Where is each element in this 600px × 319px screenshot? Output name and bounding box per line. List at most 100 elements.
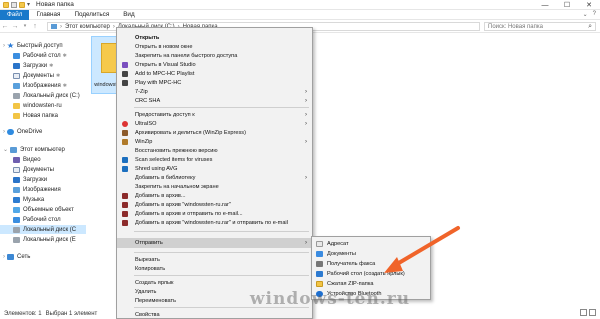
nav-new-folder[interactable]: Новая папка	[13, 111, 58, 120]
nav-downloads-pinned[interactable]: Загрузки ✱	[13, 61, 53, 70]
minimize-button[interactable]: —	[534, 0, 556, 10]
menu-create-shortcut[interactable]: Создать ярлык	[117, 278, 312, 287]
folder-icon	[13, 112, 20, 119]
nav-local-disk-c-quick[interactable]: Локальный диск (C:)	[13, 91, 80, 100]
folder-icon	[13, 102, 20, 109]
zip-folder-icon	[316, 281, 323, 287]
menu-archive-email[interactable]: Добавить в архив и отправить по e-mail..…	[117, 209, 312, 218]
menu-copy[interactable]: Копировать	[117, 264, 312, 273]
send-to-zip[interactable]: Сжатая ZIP-папка	[312, 279, 430, 289]
nav-quick-access[interactable]: › Быстрый доступ	[3, 41, 63, 50]
nav-network[interactable]: › Сеть	[3, 252, 30, 261]
up-button[interactable]: ↑	[30, 23, 40, 30]
pictures-icon	[13, 186, 20, 193]
documents-icon	[316, 251, 323, 257]
nav-desktop[interactable]: Рабочий стол	[13, 215, 61, 224]
menu-pin-quick-access[interactable]: Закрепить на панели быстрого доступа	[117, 51, 312, 60]
forward-button[interactable]: →	[10, 23, 20, 30]
new-folder-icon[interactable]	[19, 1, 25, 8]
menu-avg-scan[interactable]: Scan selected items for viruses	[117, 155, 312, 164]
view-buttons	[580, 309, 596, 316]
nav-documents-pinned[interactable]: Документы ✱	[13, 71, 60, 80]
menu-7zip[interactable]: 7-Zip ›	[117, 87, 312, 96]
quick-access-toolbar: ▾	[0, 1, 30, 8]
tab-home[interactable]: Главная	[29, 10, 67, 20]
menu-pin-start[interactable]: Закрепить на начальном экране	[117, 182, 312, 191]
nav-music[interactable]: Музыка	[13, 195, 44, 204]
menu-crc-sha[interactable]: CRC SHA ›	[117, 96, 312, 105]
expand-ribbon-icon[interactable]: ⌄	[583, 11, 588, 18]
pin-icon: ✱	[62, 82, 67, 89]
fax-icon	[316, 261, 323, 267]
nav-local-disk-e[interactable]: Локальный диск (E	[13, 235, 76, 244]
help-button[interactable]: ?	[593, 11, 596, 18]
avg-icon	[122, 156, 128, 163]
menu-play-mpc[interactable]: Play with MPC-HC	[117, 78, 312, 87]
menu-winzip-express[interactable]: Архивировать и делиться (WinZip Express)	[117, 128, 312, 137]
properties-icon[interactable]	[11, 1, 17, 8]
close-button[interactable]: ✕	[578, 0, 600, 10]
menu-add-to-library[interactable]: Добавить в библиотеку ›	[117, 173, 312, 182]
window-title: Новая папка	[36, 1, 74, 8]
search-input[interactable]: Поиск: Новая папка ⌕	[484, 22, 596, 31]
tab-file[interactable]: Файл	[0, 9, 30, 20]
send-to-fax[interactable]: Получатель факса	[312, 259, 430, 269]
menu-winzip[interactable]: WinZip ›	[117, 137, 312, 146]
menu-give-access[interactable]: Предоставить доступ к ›	[117, 110, 312, 119]
menu-ultraiso[interactable]: UltraISO ›	[117, 119, 312, 128]
winzip-icon	[122, 138, 128, 145]
recent-locations-icon[interactable]: ▾	[20, 23, 30, 29]
mpc-hc-icon	[122, 79, 128, 86]
menu-send-to[interactable]: Отправить ›	[117, 238, 312, 248]
send-to-documents[interactable]: Документы	[312, 249, 430, 259]
menu-separator	[134, 252, 309, 253]
nav-pictures[interactable]: Изображения	[13, 185, 61, 194]
breadcrumb-this-pc[interactable]: Этот компьютер	[65, 24, 110, 30]
tab-view[interactable]: Вид	[116, 10, 141, 20]
nav-documents[interactable]: Документы	[13, 165, 54, 174]
music-icon	[13, 196, 20, 203]
archive-icon	[122, 201, 128, 208]
maximize-button[interactable]: ☐	[556, 0, 578, 10]
menu-add-mpc-playlist[interactable]: Add to MPC-HC Playlist	[117, 69, 312, 78]
download-icon	[13, 176, 20, 183]
nav-downloads[interactable]: Загрузки	[13, 175, 47, 184]
menu-open-visual-studio[interactable]: Открыть в Visual Studio	[117, 60, 312, 69]
archive-icon	[122, 210, 128, 217]
menu-add-to-archive[interactable]: Добавить в архив...	[117, 191, 312, 200]
chevron-right-icon: ›	[305, 88, 307, 95]
menu-separator	[134, 275, 309, 276]
nav-onedrive[interactable]: › OneDrive	[3, 127, 42, 136]
documents-icon	[13, 166, 20, 173]
nav-this-pc[interactable]: ⌄ Этот компьютер	[3, 145, 65, 154]
ribbon-tabs: Файл Главная Поделиться Вид ⌄ ?	[0, 9, 600, 20]
selection-count: Выбран 1 элемент	[45, 311, 98, 317]
send-to-contact[interactable]: Адресат	[312, 239, 430, 249]
back-button[interactable]: ←	[0, 23, 10, 30]
tab-share[interactable]: Поделиться	[67, 10, 116, 20]
menu-avg-shred[interactable]: Shred using AVG	[117, 164, 312, 173]
menu-open[interactable]: Открыть	[117, 33, 312, 42]
nav-videos[interactable]: Видео	[13, 155, 41, 164]
window-controls: — ☐ ✕	[534, 0, 600, 10]
menu-rar-email[interactable]: Добавить в архив "windowsten-ru.rar" и о…	[117, 218, 312, 227]
menu-add-to-rar[interactable]: Добавить в архив "windowsten-ru.rar"	[117, 200, 312, 209]
watermark: windows-ten.ru	[249, 289, 411, 309]
nav-3d-objects[interactable]: Объемные объект	[13, 205, 74, 214]
nav-desktop-pinned[interactable]: Рабочий стол ✱	[13, 51, 67, 60]
computer-icon	[51, 24, 57, 29]
nav-pictures-pinned[interactable]: Изображения ✱	[13, 81, 67, 90]
menu-cut[interactable]: Вырезать	[117, 255, 312, 264]
large-icons-view-icon[interactable]	[589, 309, 596, 316]
menu-open-new-window[interactable]: Открыть в новом окне	[117, 42, 312, 51]
send-to-desktop-shortcut[interactable]: Рабочий стол (создать ярлык)	[312, 269, 430, 279]
menu-properties[interactable]: Свойства	[117, 310, 312, 319]
menu-restore-previous[interactable]: Восстановить прежнюю версию	[117, 146, 312, 155]
folder-icon	[3, 1, 9, 8]
details-view-icon[interactable]	[580, 309, 587, 316]
nav-local-disk-c[interactable]: Локальный диск (C	[0, 225, 86, 234]
qa-dropdown-icon[interactable]: ▾	[27, 1, 30, 8]
mpc-hc-icon	[122, 70, 128, 77]
nav-windowsten-ru[interactable]: windowsten-ru	[13, 101, 62, 110]
visual-studio-icon	[122, 61, 128, 68]
